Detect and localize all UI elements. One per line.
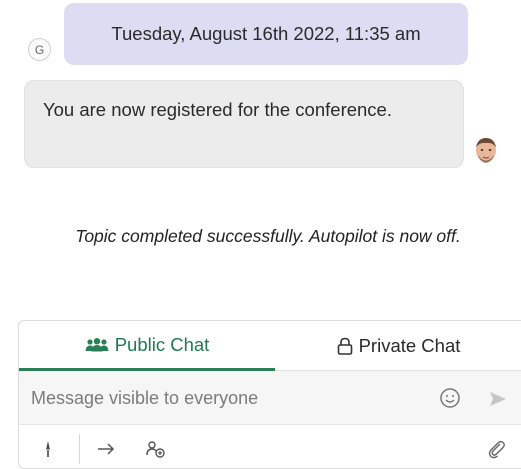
date-stamp-text: Tuesday, August 16th 2022, 11:35 am — [111, 23, 421, 44]
agent-initial: G — [34, 42, 45, 57]
people-icon — [85, 337, 109, 352]
chat-composer: Public Chat Private Chat — [18, 320, 521, 469]
message-input[interactable] — [31, 383, 421, 413]
system-notice: Topic completed successfully. Autopilot … — [60, 223, 476, 249]
tab-private-chat-label: Private Chat — [358, 334, 461, 356]
emoji-icon[interactable] — [439, 387, 461, 409]
message-text: You are now registered for the conferenc… — [43, 99, 392, 120]
paperclip-icon[interactable] — [485, 438, 507, 460]
agent-avatar: G — [28, 38, 51, 61]
toolbar-divider — [79, 434, 80, 464]
magic-wand-icon[interactable] — [37, 438, 59, 460]
lock-icon — [337, 337, 353, 355]
chat-tabs: Public Chat Private Chat — [19, 321, 521, 371]
tab-private-chat[interactable]: Private Chat — [275, 321, 521, 371]
composer-toolbar — [19, 426, 521, 469]
user-avatar — [476, 138, 496, 163]
system-notice-text: Topic completed successfully. Autopilot … — [75, 226, 461, 246]
message-input-row — [19, 371, 521, 425]
send-icon[interactable] — [487, 388, 509, 410]
date-stamp-bubble: Tuesday, August 16th 2022, 11:35 am — [64, 3, 468, 65]
add-people-icon[interactable] — [145, 438, 167, 460]
message-bubble: You are now registered for the conferenc… — [24, 80, 464, 168]
arrow-right-icon[interactable] — [95, 438, 117, 460]
tab-public-chat-label: Public Chat — [114, 333, 210, 355]
tab-public-chat[interactable]: Public Chat — [19, 321, 275, 371]
